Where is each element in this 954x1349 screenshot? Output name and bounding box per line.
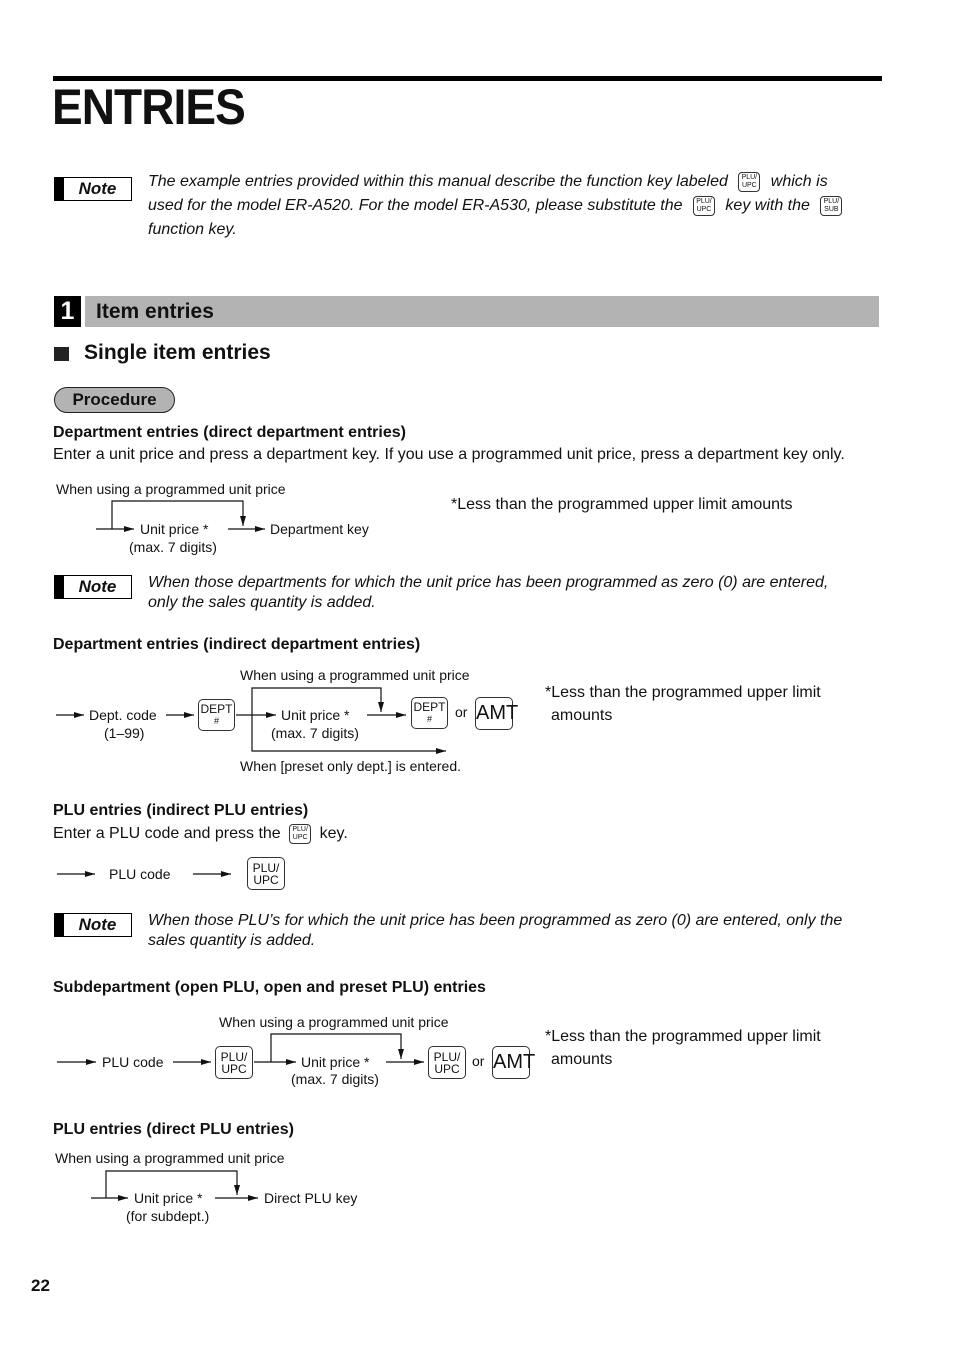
procedure-badge: Procedure [54,387,175,413]
plu-note-text: When those PLU’s for which the unit pric… [148,911,842,951]
unit-price-step: Unit price * [140,521,209,537]
note-badge: Note [54,177,132,201]
dept-note-text: When those departments for which the uni… [148,573,828,613]
note-badge: Note [54,913,132,937]
preset-label: When [preset only dept.] is entered. [240,758,462,774]
unit-price-step: Unit price * [281,707,350,723]
note-badge: Note [54,575,132,599]
bypass-label: When using a programmed unit price [219,1014,449,1030]
bypass-label: When using a programmed unit price [240,667,470,683]
footnote: *Less than the programmed upper limit am… [545,1025,821,1071]
unit-price-subtext: (for subdept.) [126,1208,210,1224]
unit-price-step: Unit price * [301,1054,370,1070]
bypass-label: When using a programmed unit price [55,1150,285,1166]
direct-plu-key-step: Direct PLU key [264,1190,358,1206]
dept-indirect-heading: Department entries (indirect department … [53,636,421,653]
note-text-segment: used for the model ER-A520. For the mode… [148,197,683,214]
or-text: or [472,1053,485,1069]
amt-key-icon: AMT [475,697,518,730]
footnote-line: *Less than the programmed upper limit [545,684,821,701]
note-text-segment: The example entries provided within this… [148,173,728,190]
plu-upc-key-icon: PLU/UPC [692,195,715,216]
note-line: When those PLU’s for which the unit pric… [148,912,843,929]
unit-price-subtext: (max. 7 digits) [129,539,217,555]
note-line: sales quantity is added. [148,932,316,949]
footnote-line: amounts [551,707,613,724]
plu-indirect-heading: PLU entries (indirect PLU entries) [53,802,309,819]
dept-code-step: Dept. code [89,707,157,723]
plu-upc-key-icon: PLU/UPC [247,857,285,890]
plu-sub-key-icon: PLU/SUB [820,195,843,216]
footnote-line: amounts [551,1051,613,1068]
note-text-segment: which is [770,173,828,190]
dept-key-icon: DEPT # [411,697,448,729]
plu-code-step: PLU code [102,1054,164,1070]
plu-upc-key-icon: PLU/UPC [428,1046,466,1079]
page-title: ENTRIES [52,79,246,135]
section-title: Item entries [96,300,214,323]
dept-key-icon: DEPT # [198,699,235,731]
dept-direct-heading: Department entries (direct department en… [53,424,406,441]
plu-indirect-description: Enter a PLU code and press the PLU/UPC k… [53,824,348,844]
note-line: only the sales quantity is added. [148,594,376,611]
amt-key-icon: AMT [492,1046,535,1079]
footnote: *Less than the programmed upper limit am… [451,496,793,513]
plu-code-step: PLU code [109,866,171,882]
note-text-segment: function key. [148,221,237,238]
page-number: 22 [31,1276,50,1295]
footnote: *Less than the programmed upper limit am… [545,681,821,727]
dept-direct-description: Enter a unit price and press a departmen… [53,446,845,463]
plu-upc-key-icon: PLU/UPC [289,824,312,844]
footnote-line: *Less than the programmed upper limit [545,1028,821,1045]
unit-price-subtext: (max. 7 digits) [271,725,359,741]
note-line: When those departments for which the uni… [148,574,829,591]
section-number: 1 [54,296,81,327]
bypass-label: When using a programmed unit price [56,481,286,497]
unit-price-subtext: (max. 7 digits) [291,1071,379,1087]
plu-direct-heading: PLU entries (direct PLU entries) [53,1121,294,1138]
unit-price-step: Unit price * [134,1190,203,1206]
plu-upc-key-icon: PLU/UPC [215,1046,253,1079]
plu-upc-key-icon: PLU/UPC [738,171,761,192]
department-key-step: Department key [270,521,369,537]
dept-code-range: (1–99) [104,725,145,741]
subsection-title: Single item entries [84,341,271,364]
square-bullet-icon [54,347,69,361]
note-text-segment: key with the [725,197,810,214]
or-text: or [455,704,468,720]
subdept-heading: Subdepartment (open PLU, open and preset… [53,979,486,996]
top-note-text: The example entries provided within this… [148,170,888,242]
